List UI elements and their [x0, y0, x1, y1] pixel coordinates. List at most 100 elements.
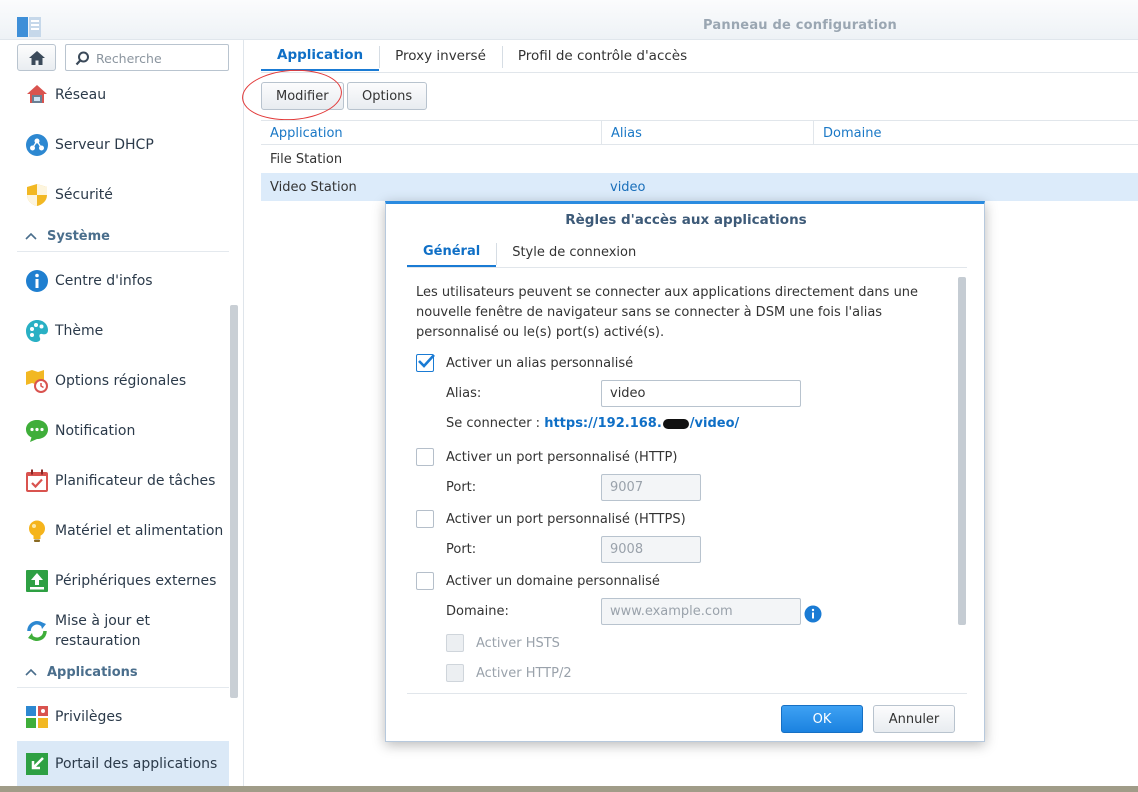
tab-general[interactable]: Général [407, 237, 497, 267]
ok-button[interactable]: OK [781, 705, 863, 733]
https-port-input[interactable] [601, 536, 701, 563]
alias-label: Alias: [446, 386, 482, 401]
external-device-icon [26, 570, 48, 592]
lightbulb-icon [29, 520, 45, 542]
table-header: Application Alias Domaine [261, 120, 1138, 145]
dialog-content: Les utilisateurs peuvent se connecter au… [416, 280, 954, 690]
https-check-row[interactable]: Activer un port personnalisé (HTTPS) [416, 508, 686, 530]
alias-check-row[interactable]: Activer un alias personnalisé [416, 352, 633, 374]
search-box [65, 44, 229, 71]
calendar-check-icon [26, 469, 48, 492]
chevron-up-icon [25, 232, 37, 240]
column-header-domaine[interactable]: Domaine [813, 121, 1138, 145]
tab-style-connexion[interactable]: Style de connexion [496, 237, 652, 267]
http-checkbox[interactable] [416, 448, 434, 466]
alias-input[interactable] [601, 380, 801, 407]
sidebar-item-options-regionales[interactable]: Options régionales [17, 358, 229, 404]
sidebar-item-label: Thème [55, 323, 104, 339]
sidebar-item-theme[interactable]: Thème [17, 308, 229, 354]
connect-url-end: /video/ [689, 416, 740, 431]
sidebar-item-label: Privilèges [55, 709, 123, 725]
sidebar-section-label: Système [47, 229, 110, 244]
sidebar-item-notification[interactable]: Notification [17, 408, 229, 454]
connect-url[interactable]: https://192.168. /video/ [544, 416, 739, 431]
sidebar-item-centre-infos[interactable]: Centre d'infos [17, 258, 229, 304]
dialog-description: Les utilisateurs peuvent se connecter au… [416, 285, 919, 340]
main-tabs: Application Proxy inversé Profil de cont… [261, 40, 703, 73]
sidebar-item-label: Planificateur de tâches [55, 473, 216, 489]
info-icon[interactable] [804, 605, 822, 623]
sidebar-item-dhcp[interactable]: Serveur DHCP [17, 122, 229, 168]
domain-check-row[interactable]: Activer un domaine personnalisé [416, 570, 660, 592]
sidebar-section-label: Applications [47, 665, 138, 680]
cell-domaine [813, 145, 822, 173]
tab-application[interactable]: Application [261, 40, 380, 71]
control-panel-window: Panneau de configuration Réseau [0, 0, 1138, 786]
http-port-input[interactable] [601, 474, 701, 501]
hsts-checkbox[interactable] [446, 634, 464, 652]
sidebar-item-label: Matériel et alimentation [55, 523, 224, 539]
checkmark-icon [418, 354, 435, 368]
palette-icon [26, 320, 48, 342]
http2-checkbox[interactable] [446, 664, 464, 682]
sidebar-item-privileges[interactable]: Privilèges [17, 694, 229, 740]
http2-check-row[interactable]: Activer HTTP/2 [446, 662, 572, 684]
dialog-scrollbar[interactable] [958, 277, 966, 625]
cell-alias [601, 145, 610, 173]
column-header-application[interactable]: Application [261, 121, 601, 145]
https-port-label: Port: [446, 542, 477, 557]
sidebar-section-systeme[interactable]: Système [17, 224, 229, 252]
sidebar: Réseau Serveur DHCP Sécurité Système [0, 40, 244, 786]
title-bar: Panneau de configuration [0, 0, 1138, 40]
redacted-mask [662, 418, 689, 429]
control-panel-app-icon [17, 17, 41, 37]
tabs-divider [261, 72, 1138, 73]
table-row[interactable]: File Station [261, 145, 1138, 173]
dhcp-icon [26, 134, 48, 156]
options-button[interactable]: Options [347, 82, 428, 110]
http-port-label: Port: [446, 480, 477, 495]
sidebar-item-securite[interactable]: Sécurité [17, 172, 229, 218]
http-check-label: Activer un port personnalisé (HTTP) [446, 449, 678, 465]
sidebar-item-label: Notification [55, 423, 136, 439]
sidebar-item-materiel[interactable]: Matériel et alimentation [17, 508, 229, 554]
sidebar-item-planificateur[interactable]: Planificateur de tâches [17, 458, 229, 504]
tab-proxy-inverse[interactable]: Proxy inversé [379, 40, 502, 71]
cell-application: File Station [270, 151, 343, 167]
sidebar-item-label: Sécurité [55, 187, 113, 203]
tab-profil-controle-acces[interactable]: Profil de contrôle d'accès [501, 40, 703, 71]
https-checkbox[interactable] [416, 510, 434, 528]
sidebar-item-label: Options régionales [55, 373, 187, 389]
cell-application: Video Station [270, 179, 357, 195]
alias-checkbox[interactable] [416, 354, 435, 372]
table-row[interactable]: Video Station video [261, 173, 1138, 201]
sidebar-item-reseau[interactable]: Réseau [17, 72, 229, 118]
modify-button[interactable]: Modifier [261, 82, 344, 110]
shield-icon [27, 184, 47, 206]
search-input[interactable] [96, 49, 224, 67]
https-check-label: Activer un port personnalisé (HTTPS) [446, 511, 686, 527]
hsts-check-row[interactable]: Activer HSTS [446, 632, 560, 654]
sidebar-item-label: Mise à jour et restauration [55, 613, 150, 649]
hsts-check-label: Activer HSTS [476, 635, 560, 651]
column-header-alias[interactable]: Alias [601, 121, 813, 145]
chat-bubble-icon [26, 420, 48, 442]
portal-arrow-icon [26, 753, 48, 775]
dialog-footer-divider [407, 693, 967, 694]
home-icon [28, 50, 45, 65]
sidebar-item-mise-a-jour[interactable]: Mise à jour et restauration [17, 608, 229, 654]
access-rules-dialog: Règles d'accès aux applications Général … [385, 201, 985, 742]
home-button[interactable] [17, 44, 56, 71]
cancel-button[interactable]: Annuler [873, 705, 955, 733]
sidebar-item-label: Portail des applications [55, 756, 218, 772]
domain-input[interactable] [601, 598, 801, 625]
sidebar-item-portail[interactable]: Portail des applications [17, 741, 229, 786]
search-icon [75, 51, 89, 66]
sidebar-section-applications[interactable]: Applications [17, 660, 229, 688]
sidebar-scrollbar[interactable] [230, 305, 238, 698]
domain-checkbox[interactable] [416, 572, 434, 590]
http-check-row[interactable]: Activer un port personnalisé (HTTP) [416, 446, 677, 468]
connect-row: Se connecter : https://192.168. /video/ [446, 416, 739, 431]
sidebar-item-peripheriques[interactable]: Périphériques externes [17, 558, 229, 604]
map-clock-icon [26, 370, 48, 393]
